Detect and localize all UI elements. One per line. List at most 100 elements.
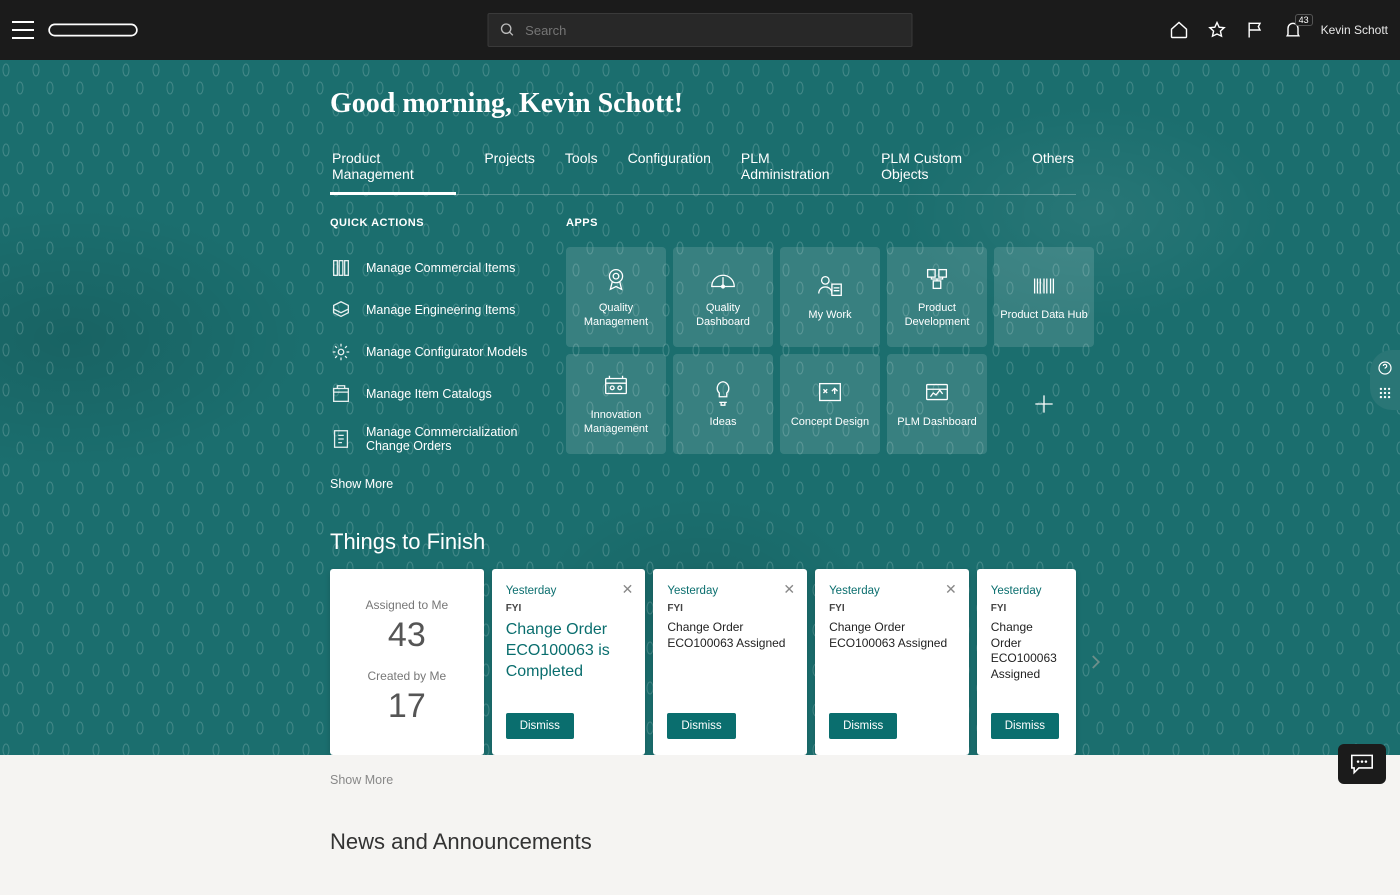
plus-icon	[1031, 391, 1057, 417]
close-icon[interactable]: ✕	[783, 581, 795, 598]
close-icon[interactable]: ✕	[622, 581, 634, 598]
global-header: ORACLE 43 Kevin Schott	[0, 0, 1400, 60]
card-title: Change Order ECO100063 Assigned	[829, 620, 955, 651]
app-tile-ideas[interactable]: Ideas	[673, 354, 773, 454]
quick-action-label: Manage Engineering Items	[366, 303, 515, 317]
apps-grid: Quality Management Quality Dashboard My Wo…	[566, 247, 1094, 454]
chat-fab[interactable]	[1338, 744, 1386, 784]
dismiss-button[interactable]: Dismiss	[667, 713, 735, 739]
app-tile-my-work[interactable]: My Work	[780, 247, 880, 347]
search-input[interactable]	[525, 23, 901, 38]
notification-card[interactable]: Yesterday✕ FYI Change Order ECO100063 Assi…	[815, 569, 969, 755]
card-type: FYI	[667, 603, 793, 614]
quick-action-label: Manage Commercialization Change Orders	[366, 425, 530, 453]
notification-card[interactable]: Yesterday✕FYIChange Order ECO100063 is C…	[492, 569, 646, 755]
card-type: FYI	[991, 603, 1062, 614]
notification-card[interactable]: Yesterday✕FYIChange Order ECO100063 Assi…	[653, 569, 807, 755]
summary-card[interactable]: Assigned to Me 43 Created by Me 17	[330, 569, 484, 755]
quick-action-item[interactable]: Manage Configurator Models	[330, 331, 530, 373]
quick-action-item[interactable]: Manage Commercialization Change Orders	[330, 415, 530, 463]
app-tile-quality-dashboard[interactable]: Quality Dashboard	[673, 247, 773, 347]
app-tile-quality-management[interactable]: Quality Management	[566, 247, 666, 347]
things-heading: Things to Finish	[330, 529, 1076, 555]
card-type: FYI	[829, 603, 955, 614]
home-icon[interactable]	[1169, 20, 1189, 40]
close-icon[interactable]: ✕	[945, 581, 957, 598]
quick-action-label: Manage Configurator Models	[366, 345, 527, 359]
created-count: 17	[388, 687, 426, 726]
next-cards-icon[interactable]	[1086, 648, 1104, 676]
news-heading: News and Announcements	[330, 829, 1400, 855]
app-tile-icon	[815, 271, 845, 301]
card-date: Yesterday	[667, 585, 793, 597]
dismiss-button[interactable]: Dismiss	[991, 713, 1059, 739]
bell-icon[interactable]: 43	[1283, 20, 1303, 40]
tab-tools[interactable]: Tools	[563, 144, 600, 194]
quick-action-icon	[330, 257, 352, 279]
quick-actions-show-more[interactable]: Show More	[330, 477, 393, 491]
things-to-finish: Things to Finish Assigned to Me 43 Creat…	[330, 529, 1076, 755]
quick-action-item[interactable]: Manage Item Catalogs	[330, 373, 530, 415]
tab-product-management[interactable]: Product Management	[330, 144, 456, 194]
brand-logo[interactable]: ORACLE	[48, 21, 138, 39]
global-search	[488, 13, 913, 47]
springboard-hero: Good morning, Kevin Schott! Product Mana…	[0, 60, 1400, 755]
card-date: Yesterday	[991, 585, 1062, 597]
app-tile-add[interactable]	[994, 354, 1094, 454]
quick-action-label: Manage Commercial Items	[366, 261, 515, 275]
quick-action-label: Manage Item Catalogs	[366, 387, 492, 401]
app-tile-label: Product Data Hub	[1000, 309, 1087, 323]
app-tile-icon	[708, 378, 738, 408]
app-tile-concept-design[interactable]: Concept Design	[780, 354, 880, 454]
page-greeting: Good morning, Kevin Schott!	[330, 88, 1076, 120]
side-rail[interactable]	[1370, 350, 1400, 410]
quick-actions-list: Manage Commercial Items Manage Engineerin…	[330, 247, 530, 463]
tab-others[interactable]: Others	[1030, 144, 1076, 194]
notification-card[interactable]: YesterdayFYIChange Order ECO100063 Assig…	[977, 569, 1076, 755]
things-cards-row: Assigned to Me 43 Created by Me 17 Yeste…	[330, 569, 1076, 755]
card-date: Yesterday	[506, 585, 632, 597]
app-tile-plm-dashboard[interactable]: PLM Dashboard	[887, 354, 987, 454]
menu-toggle-icon[interactable]	[12, 21, 34, 39]
tab-plm-administration[interactable]: PLM Administration	[739, 144, 853, 194]
tab-plm-custom-objects[interactable]: PLM Custom Objects	[879, 144, 1004, 194]
header-tools: 43 Kevin Schott	[1169, 20, 1388, 40]
app-tile-innovation-management[interactable]: Innovation Management	[566, 354, 666, 454]
app-tile-icon	[601, 371, 631, 401]
tab-projects[interactable]: Projects	[482, 144, 537, 194]
quick-action-icon	[330, 383, 352, 405]
apps-heading: APPS	[566, 217, 1094, 229]
grid-icon[interactable]	[1378, 386, 1392, 400]
app-tile-label: Quality Management	[572, 302, 660, 330]
things-show-more[interactable]: Show More	[330, 773, 393, 787]
notification-count-badge: 43	[1295, 14, 1313, 26]
quick-action-item[interactable]: Manage Commercial Items	[330, 247, 530, 289]
quick-action-icon	[330, 299, 352, 321]
user-name-label[interactable]: Kevin Schott	[1321, 23, 1388, 37]
dismiss-button[interactable]: Dismiss	[506, 713, 574, 739]
search-box[interactable]	[488, 13, 913, 47]
star-icon[interactable]	[1207, 20, 1227, 40]
assigned-count: 43	[388, 616, 426, 655]
flag-icon[interactable]	[1245, 20, 1265, 40]
app-tile-product-development[interactable]: Product Development	[887, 247, 987, 347]
app-tile-icon	[922, 264, 952, 294]
search-icon	[499, 20, 518, 40]
dismiss-button[interactable]: Dismiss	[829, 713, 897, 739]
app-tile-product-data-hub[interactable]: Product Data Hub	[994, 247, 1094, 347]
app-tile-icon	[815, 378, 845, 408]
card-date: Yesterday	[829, 585, 955, 597]
card-type: FYI	[506, 603, 632, 614]
help-icon[interactable]	[1377, 360, 1393, 376]
quick-action-icon	[330, 428, 352, 450]
app-tile-label: Ideas	[710, 416, 737, 430]
app-tile-icon	[922, 378, 952, 408]
app-tile-icon	[601, 264, 631, 294]
quick-action-icon	[330, 341, 352, 363]
tab-configuration[interactable]: Configuration	[626, 144, 713, 194]
app-tile-label: Quality Dashboard	[679, 302, 767, 330]
quick-action-item[interactable]: Manage Engineering Items	[330, 289, 530, 331]
news-section: News and Announcements	[330, 829, 1400, 855]
assigned-label: Assigned to Me	[365, 598, 448, 612]
created-label: Created by Me	[367, 669, 446, 683]
